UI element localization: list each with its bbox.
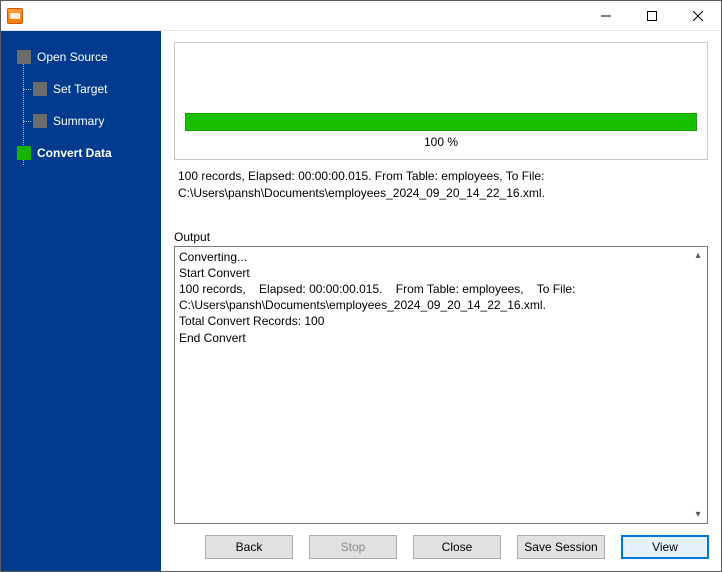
progress-bar [185,113,697,131]
sidebar-step-label: Set Target [53,82,107,96]
output-label: Output [174,230,708,244]
sidebar-step-label: Summary [53,114,104,128]
view-button[interactable]: View [621,535,709,559]
stop-button: Stop [309,535,397,559]
main-panel: 100 % 100 records, Elapsed: 00:00:00.015… [161,31,721,571]
output-textarea[interactable]: Converting... Start Convert 100 records,… [174,246,708,524]
summary-text: 100 records, Elapsed: 00:00:00.015. From… [174,160,708,206]
step-marker-active-icon [17,146,31,160]
summary-line: C:\Users\pansh\Documents\employees_2024_… [178,185,704,202]
sidebar-step-summary[interactable]: Summary [1,105,161,137]
maximize-button[interactable] [629,1,675,31]
app-icon [7,8,23,24]
step-marker-icon [33,114,47,128]
sidebar-step-set-target[interactable]: Set Target [1,73,161,105]
summary-line: 100 records, Elapsed: 00:00:00.015. From… [178,168,704,185]
step-marker-icon [17,50,31,64]
sidebar-step-label: Convert Data [37,146,112,160]
wizard-sidebar: Open Source Set Target Summary Convert D… [1,31,161,571]
button-row: Back Stop Close Save Session View [173,525,709,559]
progress-percent-label: 100 % [175,131,707,159]
minimize-button[interactable] [583,1,629,31]
close-window-button[interactable] [675,1,721,31]
content-area: Open Source Set Target Summary Convert D… [1,31,721,571]
step-marker-icon [33,82,47,96]
close-button[interactable]: Close [413,535,501,559]
output-text: Converting... Start Convert 100 records,… [179,249,689,521]
save-session-button[interactable]: Save Session [517,535,605,559]
back-button[interactable]: Back [205,535,293,559]
sidebar-step-open-source[interactable]: Open Source [1,41,161,73]
sidebar-step-label: Open Source [37,50,108,64]
progress-fill [186,114,696,130]
progress-panel: 100 % [174,42,708,160]
titlebar [1,1,721,31]
sidebar-step-convert-data[interactable]: Convert Data [1,137,161,169]
scroll-up-icon[interactable]: ▴ [690,248,706,264]
app-window: Open Source Set Target Summary Convert D… [0,0,722,572]
scroll-down-icon[interactable]: ▾ [690,506,706,522]
output-section: Output Converting... Start Convert 100 r… [174,230,708,524]
window-controls [583,1,721,31]
